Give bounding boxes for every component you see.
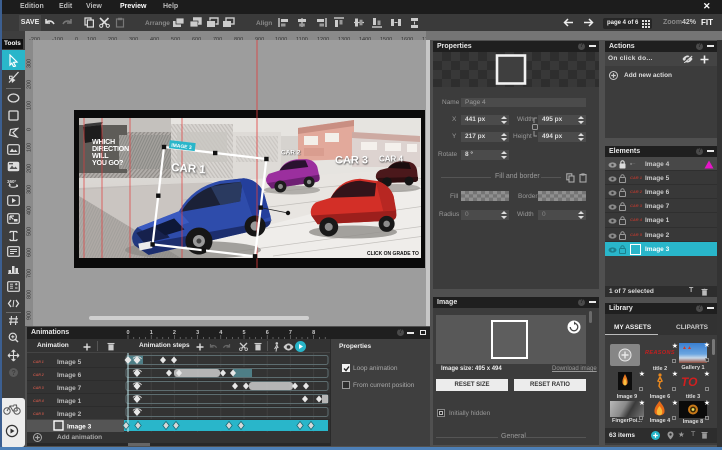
- svg-text:CAR 3: CAR 3: [335, 155, 368, 167]
- svg-text:?: ?: [12, 370, 16, 377]
- svg-text:200: 200: [27, 164, 33, 173]
- svg-text:800: 800: [27, 290, 33, 299]
- svg-text:300: 300: [27, 59, 33, 68]
- svg-text:CAR 2: CAR 2: [33, 373, 44, 377]
- svg-text:Image 1: Image 1: [57, 398, 82, 405]
- svg-text:CLICK ON GRADE TO: CLICK ON GRADE TO: [367, 251, 419, 257]
- svg-text:500: 500: [27, 227, 33, 236]
- svg-text:Image 5: Image 5: [57, 359, 82, 366]
- svg-text:CAR 1: CAR 1: [171, 162, 207, 176]
- svg-text:YOU GO?: YOU GO?: [92, 158, 123, 167]
- svg-text:600: 600: [27, 248, 33, 257]
- svg-text:Image 7: Image 7: [57, 385, 82, 392]
- svg-text:CAR 1: CAR 1: [33, 360, 44, 364]
- svg-text:CAR 4: CAR 4: [379, 155, 404, 164]
- svg-text:CAR 3: CAR 3: [33, 386, 44, 390]
- svg-text:300: 300: [27, 185, 33, 194]
- svg-text:4: 4: [219, 330, 223, 336]
- svg-text:360°: 360°: [7, 179, 17, 184]
- svg-text:Image 3: Image 3: [67, 424, 92, 431]
- svg-text:200: 200: [27, 80, 33, 89]
- svg-text:100: 100: [27, 143, 33, 152]
- svg-text:CAR 5: CAR 5: [33, 412, 45, 416]
- svg-text:400: 400: [27, 206, 33, 215]
- svg-text:Image 6: Image 6: [57, 372, 82, 379]
- svg-text:700: 700: [27, 269, 33, 278]
- svg-text:0: 0: [27, 128, 33, 131]
- svg-text:CAR 2: CAR 2: [281, 150, 301, 157]
- svg-text:100: 100: [27, 101, 33, 110]
- svg-text:Image 2: Image 2: [57, 411, 82, 418]
- svg-text:900: 900: [27, 311, 33, 320]
- svg-text:CAR 4: CAR 4: [33, 399, 44, 403]
